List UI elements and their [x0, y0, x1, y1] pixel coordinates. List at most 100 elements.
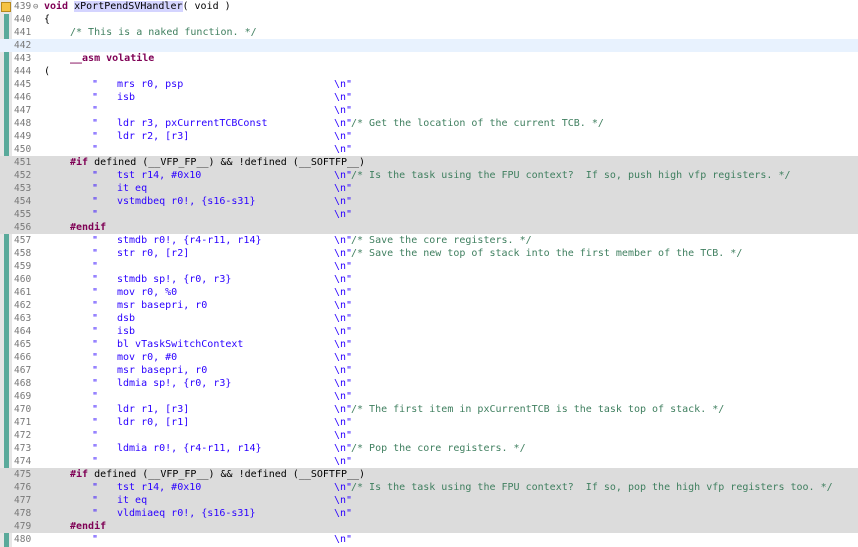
line-number: 444: [14, 66, 32, 77]
line-number: 449: [14, 131, 32, 142]
string-quote: ": [92, 196, 99, 207]
code-line[interactable]: 452 " tst r14, #0x10 \n"/* Is the task usin…: [0, 169, 858, 182]
code-line[interactable]: 451 #if defined (__VFP_FP__) && !defined …: [0, 156, 858, 169]
string-quote: ": [92, 430, 99, 441]
line-number: 475: [14, 469, 32, 480]
code-line[interactable]: 443 __asm volatile: [0, 52, 858, 65]
code-line[interactable]: 470 " ldr r1, [r3] \n"/* The first item in …: [0, 403, 858, 416]
code-line[interactable]: 442: [0, 39, 858, 52]
line-number: 463: [14, 313, 32, 324]
line-number: 441: [14, 27, 32, 38]
string-quote: ": [92, 118, 99, 129]
code-line[interactable]: 480 " \n": [0, 533, 858, 546]
code-line[interactable]: 475 #if defined (__VFP_FP__) && !defined …: [0, 468, 858, 481]
line-number: 471: [14, 417, 32, 428]
code-line[interactable]: 457 " stmdb r0!, {r4-r11, r14} \n"/* Save t…: [0, 234, 858, 247]
string-quote: ": [92, 144, 99, 155]
code-line[interactable]: 456 #endif: [0, 221, 858, 234]
string-newline: \n": [334, 430, 353, 441]
code-line[interactable]: 473 " ldmia r0!, {r4-r11, r14} \n"/* Pop th…: [0, 442, 858, 455]
code-line[interactable]: 459 " \n": [0, 260, 858, 273]
comment-text: /* This is a naked function. */: [70, 27, 257, 38]
code-lines[interactable]: 439 ⊖ void xPortPendSVHandler( void ) 440 {4…: [0, 0, 858, 546]
asm-instruction: vldmiaeq r0!, {s16-s31}: [117, 508, 256, 519]
asm-instruction: mov r0, #0: [117, 352, 178, 363]
string-newline: \n": [334, 144, 353, 155]
code-line[interactable]: 465 " bl vTaskSwitchContext \n": [0, 338, 858, 351]
string-quote: ": [92, 170, 99, 181]
code-line[interactable]: 441 /* This is a naked function. */: [0, 26, 858, 39]
asm-text: __asm volatile: [70, 53, 155, 64]
line-number: 451: [14, 157, 32, 168]
string-newline: \n": [334, 365, 353, 376]
code-line[interactable]: 467 " msr basepri, r0 \n": [0, 364, 858, 377]
code-line[interactable]: 453 " it eq \n": [0, 182, 858, 195]
string-newline: \n": [334, 508, 353, 519]
line-number: 461: [14, 287, 32, 298]
line-number: 465: [14, 339, 32, 350]
code-line[interactable]: 449 " ldr r2, [r3] \n": [0, 130, 858, 143]
code-line[interactable]: 447 " \n": [0, 104, 858, 117]
asm-instruction: dsb: [117, 313, 136, 324]
line-number: 476: [14, 482, 32, 493]
line-number: 460: [14, 274, 32, 285]
string-quote: ": [92, 391, 99, 402]
string-newline: \n": [334, 313, 353, 324]
code-line[interactable]: 476 " tst r14, #0x10 \n"/* Is the task usin…: [0, 481, 858, 494]
code-line[interactable]: 444 (: [0, 65, 858, 78]
code-line[interactable]: 462 " msr basepri, r0 \n": [0, 299, 858, 312]
code-line[interactable]: 474 " \n": [0, 455, 858, 468]
code-line[interactable]: 461 " mov r0, %0 \n": [0, 286, 858, 299]
string-newline: \n": [334, 79, 353, 90]
code-line[interactable]: 463 " dsb \n": [0, 312, 858, 325]
code-line[interactable]: 455 " \n": [0, 208, 858, 221]
inline-comment: /* Is the task using the FPU context? If…: [351, 170, 791, 181]
asm-instruction: stmdb r0!, {r4-r11, r14}: [117, 235, 262, 246]
string-quote: ": [92, 105, 99, 116]
code-line[interactable]: 477 " it eq \n": [0, 494, 858, 507]
line-number: 458: [14, 248, 32, 259]
code-editor[interactable]: 439 ⊖ void xPortPendSVHandler( void ) 440 {4…: [0, 0, 858, 547]
string-quote: ": [92, 287, 99, 298]
line-number: 462: [14, 300, 32, 311]
string-quote: ": [92, 378, 99, 389]
string-newline: \n": [334, 235, 353, 246]
code-line[interactable]: 448 " ldr r3, pxCurrentTCBConst \n"/* Get t…: [0, 117, 858, 130]
string-newline: \n": [334, 443, 353, 454]
code-line[interactable]: 468 " ldmia sp!, {r0, r3} \n": [0, 377, 858, 390]
line-number: 479: [14, 521, 32, 532]
code-line[interactable]: 469 " \n": [0, 390, 858, 403]
string-quote: ": [92, 274, 99, 285]
line-number: 468: [14, 378, 32, 389]
code-line[interactable]: 472 " \n": [0, 429, 858, 442]
asm-instruction: vstmdbeq r0!, {s16-s31}: [117, 196, 256, 207]
code-line[interactable]: 464 " isb \n": [0, 325, 858, 338]
string-newline: \n": [334, 92, 353, 103]
string-newline: \n": [334, 456, 353, 467]
asm-instruction: tst r14, #0x10: [117, 482, 202, 493]
code-line[interactable]: 458 " str r0, [r2] \n"/* Save the new top o…: [0, 247, 858, 260]
string-newline: \n": [334, 131, 353, 142]
asm-instruction: ldr r1, [r3]: [117, 404, 190, 415]
string-newline: \n": [334, 404, 353, 415]
code-line[interactable]: 440 {: [0, 13, 858, 26]
line-number: 440: [14, 14, 32, 25]
string-newline: \n": [334, 274, 353, 285]
code-line[interactable]: 471 " ldr r0, [r1] \n": [0, 416, 858, 429]
asm-instruction: msr basepri, r0: [117, 300, 208, 311]
string-newline: \n": [334, 482, 353, 493]
code-line[interactable]: 478 " vldmiaeq r0!, {s16-s31} \n": [0, 507, 858, 520]
string-newline: \n": [334, 326, 353, 337]
code-line[interactable]: 466 " mov r0, #0 \n": [0, 351, 858, 364]
code-text: void xPortPendSVHandler( void ): [44, 0, 231, 13]
code-line[interactable]: 460 " stmdb sp!, {r0, r3} \n": [0, 273, 858, 286]
string-newline: \n": [334, 339, 353, 350]
string-newline: \n": [334, 378, 353, 389]
code-line[interactable]: 479 #endif: [0, 520, 858, 533]
string-quote: ": [92, 183, 99, 194]
code-line[interactable]: 439 ⊖ void xPortPendSVHandler( void ): [0, 0, 858, 13]
code-line[interactable]: 445 " mrs r0, psp \n": [0, 78, 858, 91]
code-line[interactable]: 454 " vstmdbeq r0!, {s16-s31} \n": [0, 195, 858, 208]
code-line[interactable]: 450 " \n": [0, 143, 858, 156]
code-line[interactable]: 446 " isb \n": [0, 91, 858, 104]
